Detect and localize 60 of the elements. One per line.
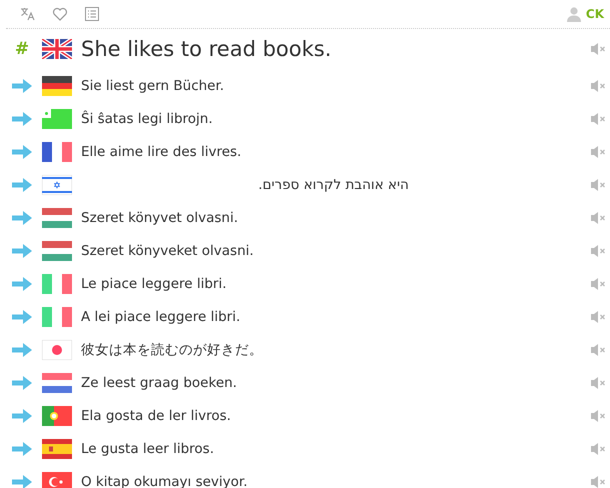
flag-icon [42, 340, 72, 360]
hash-mark[interactable]: # [12, 39, 32, 59]
mute-icon[interactable] [590, 474, 606, 488]
flag-icon [42, 438, 72, 458]
mute-icon[interactable] [590, 342, 606, 358]
translation-text: Le gusta leer libros. [81, 440, 216, 456]
translation-text: Ela gosta de ler livros. [81, 408, 232, 424]
arrow-icon[interactable] [12, 408, 32, 422]
mute-icon[interactable] [590, 210, 606, 226]
translate-icon[interactable] [20, 6, 36, 22]
arrow-icon[interactable] [12, 210, 32, 224]
mute-icon[interactable] [590, 308, 606, 324]
translation-text: Szeret könyvet olvasni. [81, 210, 240, 226]
mute-icon[interactable] [590, 242, 606, 258]
arrow-icon[interactable] [12, 442, 32, 456]
username-link[interactable]: CK [586, 7, 604, 21]
translation-text: Sie liest gern Bücher. [81, 78, 226, 94]
flag-icon [42, 372, 72, 392]
translation-text: היא אוהבת לקרוא ספרים. [258, 176, 409, 192]
translation-text: Ze leest graag boeken. [81, 374, 238, 390]
arrow-icon[interactable] [12, 276, 32, 290]
translation-text: Le piace leggere libri. [81, 276, 228, 292]
mute-icon[interactable] [590, 144, 606, 160]
arrow-icon[interactable] [12, 376, 32, 390]
flag-icon [42, 240, 72, 260]
mute-icon[interactable] [590, 440, 606, 456]
flag-icon [42, 274, 72, 294]
mute-icon[interactable] [590, 408, 606, 424]
arrow-icon[interactable] [12, 112, 32, 126]
arrow-icon[interactable] [12, 78, 32, 92]
sentence-text: She likes to read books. [81, 37, 332, 61]
arrow-icon[interactable] [12, 244, 32, 258]
translation-text: O kitap okumayı seviyor. [81, 474, 249, 488]
user-icon[interactable] [566, 6, 582, 22]
mute-icon[interactable] [590, 374, 606, 390]
translation-text: Szeret könyveket olvasni. [81, 242, 255, 258]
arrow-icon[interactable] [12, 310, 32, 324]
mute-icon[interactable] [590, 41, 606, 57]
translation-text: Elle aime lire des livres. [81, 144, 242, 160]
heart-icon[interactable] [52, 6, 68, 22]
mute-icon[interactable] [590, 110, 606, 126]
mute-icon[interactable] [590, 176, 606, 192]
flag-icon [42, 174, 72, 194]
flag-icon [42, 306, 72, 326]
flag-icon [42, 76, 72, 96]
translation-text: Ŝi ŝatas legi librojn. [81, 110, 214, 126]
mute-icon[interactable] [590, 276, 606, 292]
translation-text: A lei piace leggere libri. [81, 308, 242, 324]
list-icon[interactable] [84, 6, 100, 22]
flag-icon [42, 208, 72, 228]
arrow-icon[interactable] [12, 342, 32, 356]
flag-icon [42, 39, 72, 59]
translation-text: 彼女は本を読むのが好きだ。 [81, 340, 264, 358]
flag-icon [42, 108, 72, 128]
arrow-icon[interactable] [12, 474, 32, 488]
arrow-icon[interactable] [12, 144, 32, 158]
mute-icon[interactable] [590, 78, 606, 94]
arrow-icon[interactable] [12, 178, 32, 192]
flag-icon [42, 406, 72, 426]
flag-icon [42, 142, 72, 162]
